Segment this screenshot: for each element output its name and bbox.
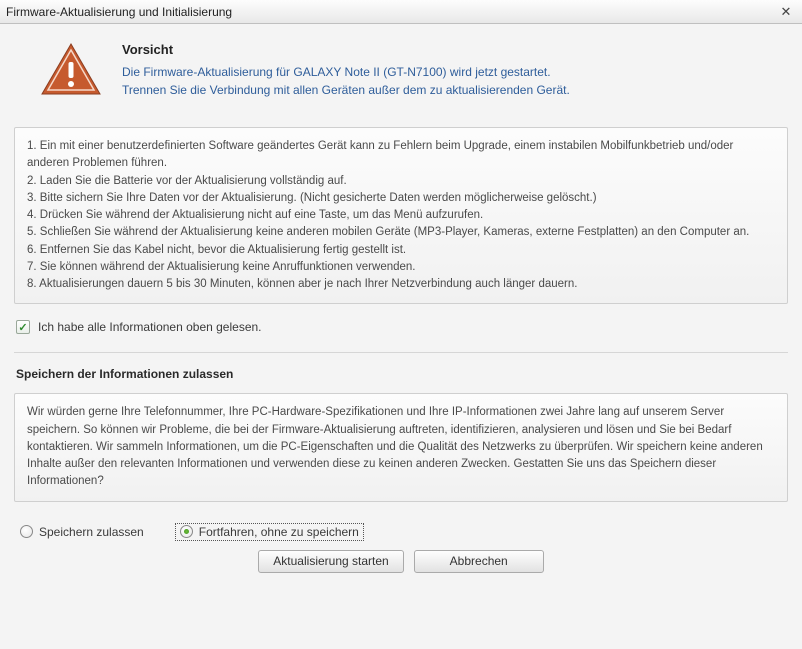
caution-line-2: Trennen Sie die Verbindung mit allen Ger… xyxy=(122,81,570,99)
dialog-content: Vorsicht Die Firmware-Aktualisierung für… xyxy=(0,24,802,587)
caution-header: Vorsicht Die Firmware-Aktualisierung für… xyxy=(14,42,788,99)
storage-panel: Wir würden gerne Ihre Telefonnummer, Ihr… xyxy=(14,393,788,501)
info-item: 8. Aktualisierungen dauern 5 bis 30 Minu… xyxy=(27,276,775,293)
radio-icon xyxy=(180,525,193,538)
warning-icon xyxy=(40,42,102,96)
caution-title: Vorsicht xyxy=(122,42,570,57)
caution-line-1: Die Firmware-Aktualisierung für GALAXY N… xyxy=(122,63,570,81)
cancel-label: Abbrechen xyxy=(450,554,508,568)
caution-text: Vorsicht Die Firmware-Aktualisierung für… xyxy=(122,42,570,99)
info-item: 2. Laden Sie die Batterie vor der Aktual… xyxy=(27,173,775,190)
start-update-label: Aktualisierung starten xyxy=(273,554,388,568)
button-row: Aktualisierung starten Abbrechen xyxy=(14,550,788,581)
info-panel: 1. Ein mit einer benutzerdefinierten Sof… xyxy=(14,127,788,304)
close-icon[interactable]: ✕ xyxy=(776,4,796,20)
storage-body: Wir würden gerne Ihre Telefonnummer, Ihr… xyxy=(27,406,763,487)
checkbox-icon[interactable]: ✓ xyxy=(16,320,30,334)
radio-icon xyxy=(20,525,33,538)
cancel-button[interactable]: Abbrechen xyxy=(414,550,544,573)
titlebar: Firmware-Aktualisierung und Initialisier… xyxy=(0,0,802,24)
confirm-checkbox-row[interactable]: ✓ Ich habe alle Informationen oben geles… xyxy=(16,320,786,334)
info-item: 6. Entfernen Sie das Kabel nicht, bevor … xyxy=(27,242,775,259)
info-item: 1. Ein mit einer benutzerdefinierten Sof… xyxy=(27,138,775,173)
info-item: 5. Schließen Sie während der Aktualisier… xyxy=(27,224,775,241)
info-item: 7. Sie können während der Aktualisierung… xyxy=(27,259,775,276)
radio-allow-save[interactable]: Speichern zulassen xyxy=(16,524,148,540)
storage-radio-group: Speichern zulassen Fortfahren, ohne zu s… xyxy=(16,524,786,540)
info-item: 4. Drücken Sie während der Aktualisierun… xyxy=(27,207,775,224)
divider xyxy=(14,352,788,353)
window-title: Firmware-Aktualisierung und Initialisier… xyxy=(6,5,776,19)
radio-continue-without-save[interactable]: Fortfahren, ohne zu speichern xyxy=(176,524,363,540)
storage-section-title: Speichern der Informationen zulassen xyxy=(16,367,788,381)
info-item: 3. Bitte sichern Sie Ihre Daten vor der … xyxy=(27,190,775,207)
start-update-button[interactable]: Aktualisierung starten xyxy=(258,550,403,573)
radio-allow-label: Speichern zulassen xyxy=(39,525,144,539)
confirm-label: Ich habe alle Informationen oben gelesen… xyxy=(38,320,262,334)
radio-deny-label: Fortfahren, ohne zu speichern xyxy=(199,525,359,539)
